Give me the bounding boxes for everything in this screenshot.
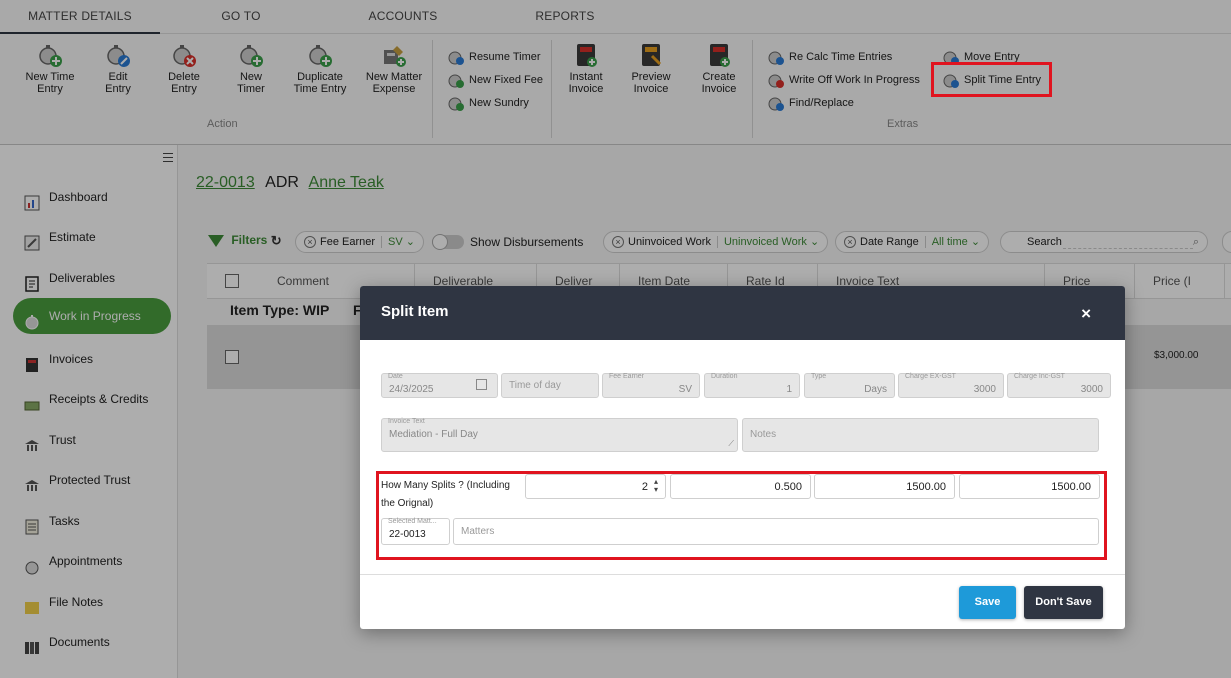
calendar-icon[interactable] [476,379,487,390]
field-label: Charge Inc-GST [1014,373,1065,380]
close-icon[interactable]: × [1081,304,1091,324]
dont-save-button[interactable]: Don't Save [1024,586,1103,619]
split-item-dialog: Split Item × Date 24/3/2025 Time of day … [360,286,1125,629]
fee-earner-field[interactable]: Fee Earner SV [602,373,700,398]
type-field[interactable]: Type Days [804,373,895,398]
charge-ex-gst-field[interactable]: Charge EX-GST 3000 [898,373,1004,398]
duration-field[interactable]: Duration 1 [704,373,800,398]
field-placeholder: Time of day [509,380,561,391]
dialog-title: Split Item [381,303,449,320]
dialog-divider [360,574,1125,575]
resize-handle-icon[interactable]: ⟋ [728,439,734,449]
field-label: Duration [711,373,738,380]
field-value: 24/3/2025 [389,384,434,395]
field-label: Type [811,373,827,380]
field-value: Days [864,384,887,395]
invoice-text-field[interactable]: Invoice Text Mediation - Full Day ⟋ [381,418,738,452]
field-value: 1 [786,384,792,395]
field-value: SV [678,384,692,395]
field-value: 3000 [973,384,996,395]
date-field[interactable]: Date 24/3/2025 [381,373,498,398]
field-value: 3000 [1080,384,1103,395]
save-button[interactable]: Save [959,586,1016,619]
field-value: Mediation - Full Day [389,429,478,440]
dialog-header: Split Item × [360,286,1125,340]
field-label: Charge EX-GST [905,373,956,380]
charge-inc-gst-field[interactable]: Charge Inc-GST 3000 [1007,373,1111,398]
field-label: Invoice Text [388,418,425,425]
field-label: Fee Earner [609,373,645,380]
split-section-highlight [376,471,1107,560]
notes-field[interactable]: Notes [742,418,1099,452]
field-label: Date [388,373,403,380]
split-time-entry-highlight-overlay [931,62,1052,97]
time-of-day-field[interactable]: Time of day [501,373,599,398]
field-placeholder: Notes [750,429,777,440]
